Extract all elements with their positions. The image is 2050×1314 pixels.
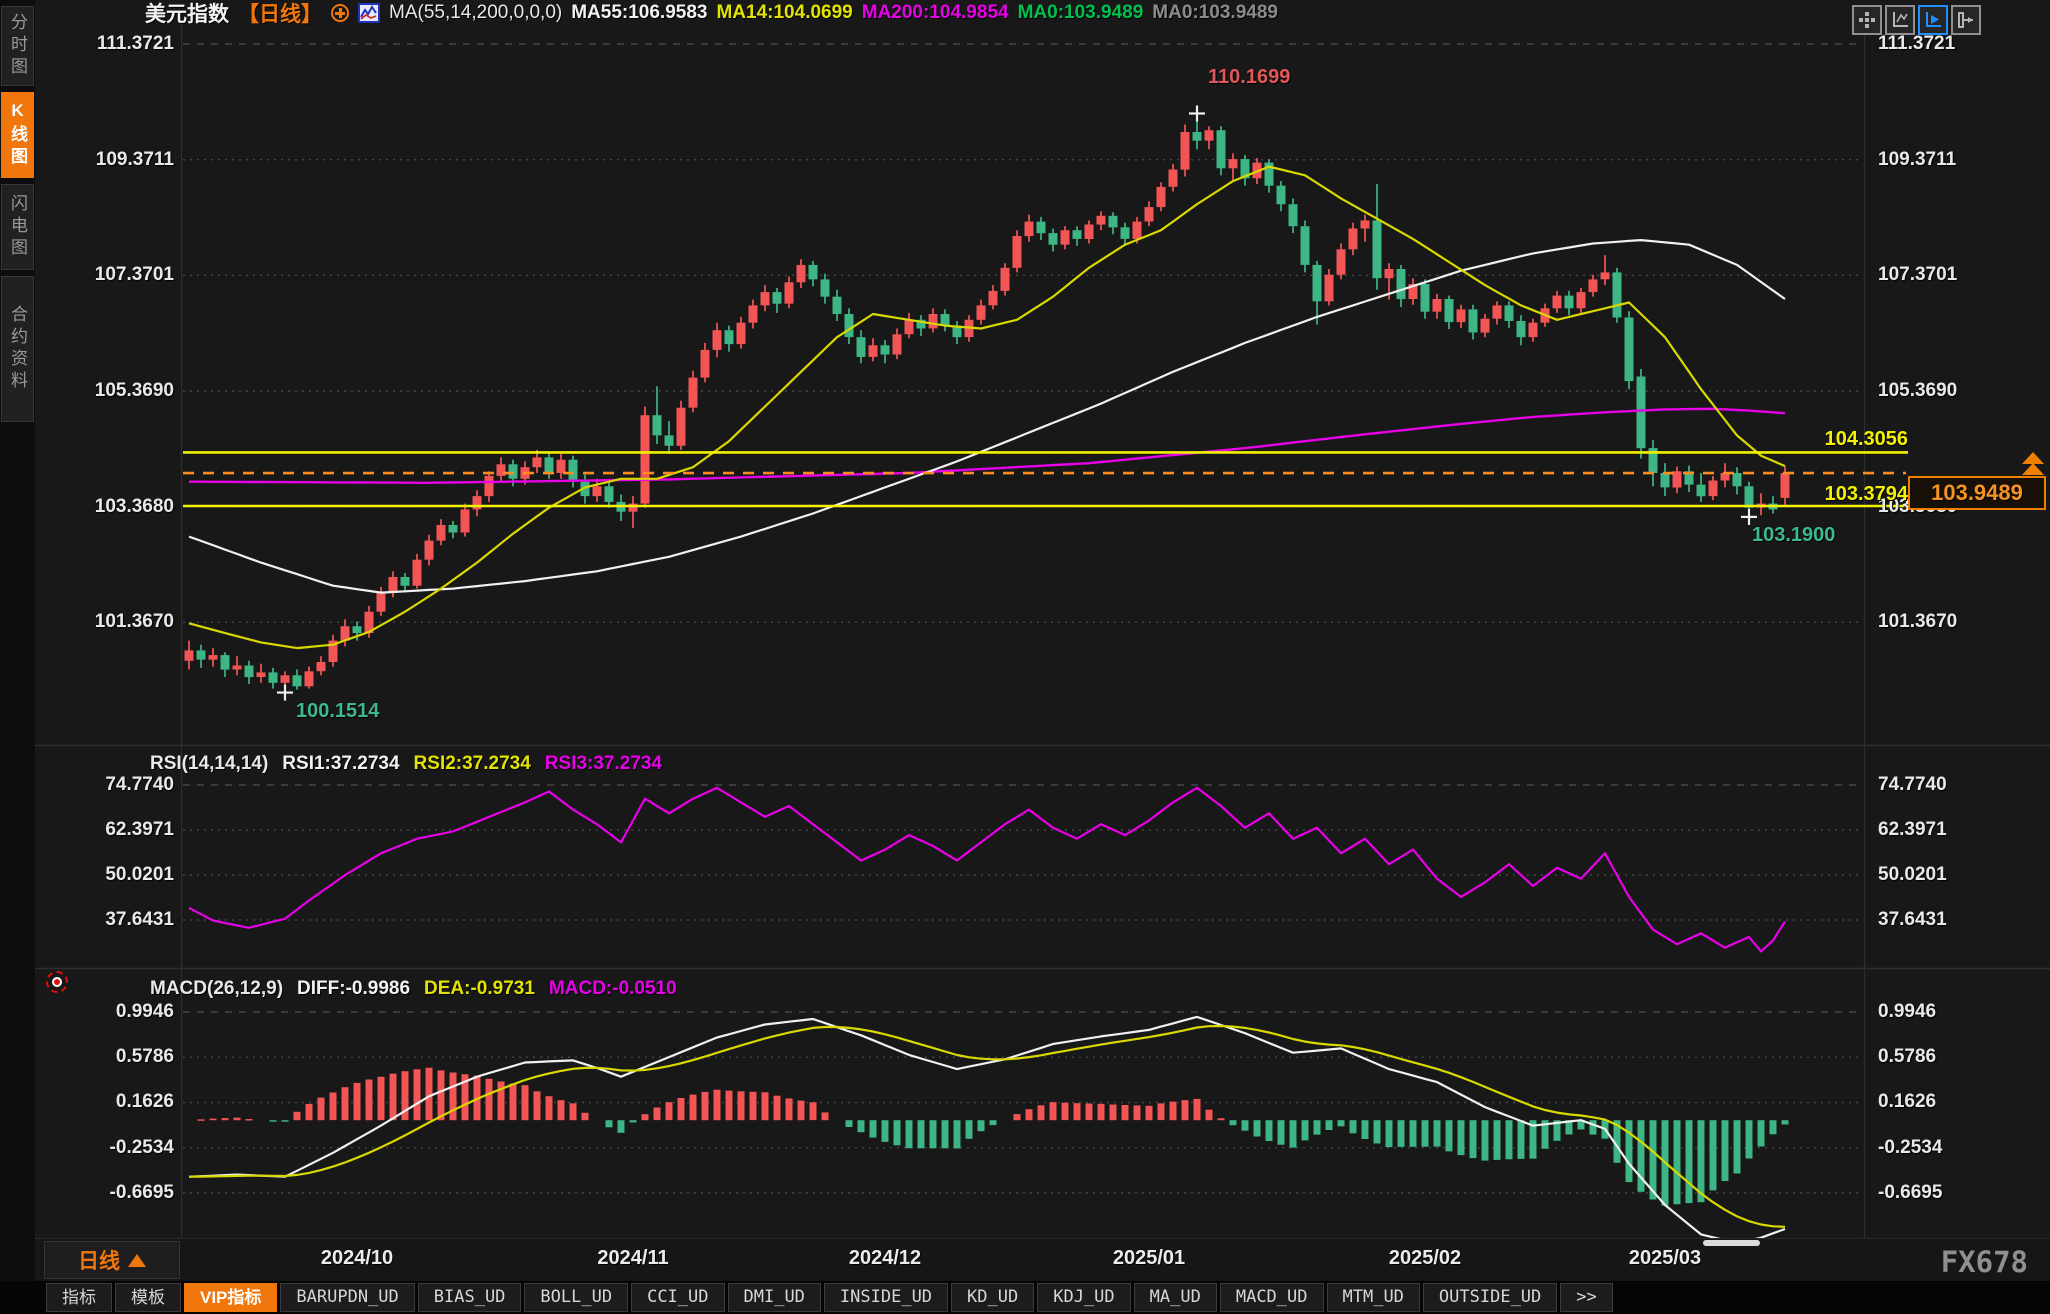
- price-axis-label: 105.3690: [1878, 380, 2048, 402]
- price-axis-label: 109.3711: [1878, 149, 2048, 171]
- rsi1-value: RSI1:37.2734: [282, 753, 399, 775]
- tab-boll-ud[interactable]: BOLL_UD: [524, 1283, 628, 1312]
- watermark: FX678: [1941, 1245, 2028, 1279]
- rsi-header: RSI(14,14,14) RSI1:37.2734 RSI2:37.2734 …: [150, 753, 662, 775]
- date-label: 2024/12: [820, 1247, 950, 1270]
- sidebar-tab-contract-info[interactable]: 合约资料: [1, 276, 34, 422]
- trading-terminal: 分时图 K线图 闪电图 合约资料 美元指数 【日线】 MA(55,14,200,…: [0, 0, 2050, 1314]
- tab-inside-ud[interactable]: INSIDE_UD: [824, 1283, 948, 1312]
- rsi-axis-label: 62.3971: [1878, 819, 2048, 841]
- tab-kd-ud[interactable]: KD_UD: [951, 1283, 1034, 1312]
- period-selector-label: 日线: [78, 1245, 120, 1275]
- auto-scroll-icon[interactable]: [1918, 5, 1948, 35]
- macd-axis-label: 0.1626: [36, 1091, 174, 1113]
- alert-line-lower-label[interactable]: 103.3794: [1758, 483, 1908, 506]
- date-label: 2025/01: [1084, 1247, 1214, 1270]
- ma14-value: MA14:104.0699: [716, 2, 852, 24]
- macd-axis-label: 0.5786: [1878, 1046, 2048, 1068]
- tab-outside-ud[interactable]: OUTSIDE_UD: [1423, 1283, 1557, 1312]
- period-badge: 【日线】: [238, 0, 322, 28]
- macd-axis-label: -0.2534: [1878, 1137, 2048, 1159]
- rsi-axis-label: 74.7740: [36, 774, 174, 796]
- tab-macd-ud[interactable]: MACD_UD: [1220, 1283, 1324, 1312]
- rsi2-value: RSI2:37.2734: [414, 753, 531, 775]
- more-tabs-button[interactable]: >>: [1560, 1283, 1612, 1312]
- date-label: 2024/10: [292, 1247, 422, 1270]
- price-axis-label: 111.3721: [1878, 33, 2048, 55]
- tab-barupdn-ud[interactable]: BARUPDN_UD: [280, 1283, 414, 1312]
- macd-axis-label: 0.9946: [36, 1001, 174, 1023]
- rsi-formula: RSI(14,14,14): [150, 753, 268, 775]
- date-label: 2025/02: [1360, 1247, 1490, 1270]
- macd-axis-label: 0.1626: [1878, 1091, 2048, 1113]
- ma55-value: MA55:106.9583: [571, 2, 707, 24]
- rsi-axis-label: 50.0201: [1878, 864, 2048, 886]
- price-axis-label: 101.3670: [36, 611, 174, 633]
- price-axis-label: 107.3701: [1878, 264, 2048, 286]
- tab-templates[interactable]: 模板: [115, 1283, 181, 1312]
- macd-dea-value: DEA:-0.9731: [424, 978, 535, 1000]
- low-price-label: 100.1514: [296, 700, 379, 723]
- date-label: 2024/11: [568, 1247, 698, 1270]
- tick-up-arrow-icon: [2022, 463, 2044, 475]
- dropup-icon: [128, 1254, 146, 1267]
- swing-low-price-label: 103.1900: [1752, 524, 1835, 547]
- chart-style-icon[interactable]: [358, 3, 380, 23]
- macd-axis-label: -0.2534: [36, 1137, 174, 1159]
- sidebar-tab-lightning-chart[interactable]: 闪电图: [1, 184, 34, 270]
- last-price-tag: 103.9489: [1908, 476, 2046, 510]
- symbol-title: 美元指数: [145, 0, 229, 28]
- rsi-axis-label: 37.6431: [36, 909, 174, 931]
- axis-scale-icon[interactable]: [1885, 5, 1915, 35]
- date-axis: 日线 2024/10 2024/11 2024/12 2025/01 2025/…: [35, 1238, 2050, 1281]
- macd-axis-label: -0.6695: [36, 1182, 174, 1204]
- layout-grid-icon[interactable]: [1852, 5, 1882, 35]
- tab-bias-ud[interactable]: BIAS_UD: [418, 1283, 522, 1312]
- macd-axis-label: 0.5786: [36, 1046, 174, 1068]
- sidebar-tab-time-chart[interactable]: 分时图: [1, 6, 34, 86]
- macd-axis-label: 0.9946: [1878, 1001, 2048, 1023]
- tab-kdj-ud[interactable]: KDJ_UD: [1037, 1283, 1130, 1312]
- ma0-value: MA0:103.9489: [1018, 2, 1144, 24]
- price-axis-label: 103.3680: [36, 496, 174, 518]
- tab-indicators[interactable]: 指标: [46, 1283, 112, 1312]
- price-axis-label: 109.3711: [36, 149, 174, 171]
- macd-value: MACD:-0.0510: [549, 978, 677, 1000]
- macd-header: MACD(26,12,9) DIFF:-0.9986 DEA:-0.9731 M…: [150, 978, 677, 1000]
- tab-ma-ud[interactable]: MA_UD: [1134, 1283, 1217, 1312]
- indicator-toolbar: 指标 模板 VIP指标 BARUPDN_UD BIAS_UD BOLL_UD C…: [0, 1281, 2050, 1314]
- horizontal-scrollbar-thumb[interactable]: [1703, 1240, 1760, 1246]
- rsi-axis-label: 62.3971: [36, 819, 174, 841]
- high-price-label: 110.1699: [1208, 66, 1290, 89]
- tab-cci-ud[interactable]: CCI_UD: [631, 1283, 724, 1312]
- price-axis-label: 107.3701: [36, 264, 174, 286]
- macd-formula: MACD(26,12,9): [150, 978, 283, 1000]
- chart-plot-area[interactable]: [183, 22, 1862, 1238]
- macd-diff-value: DIFF:-0.9986: [297, 978, 410, 1000]
- left-sidebar: 分时图 K线图 闪电图 合约资料: [0, 0, 35, 1314]
- price-axis-label: 101.3670: [1878, 611, 2048, 633]
- rsi-axis-label: 74.7740: [1878, 774, 2048, 796]
- tab-dmi-ud[interactable]: DMI_UD: [728, 1283, 821, 1312]
- alert-burst-icon[interactable]: [46, 971, 68, 993]
- sidebar-tab-kline-chart[interactable]: K线图: [1, 92, 34, 178]
- period-selector[interactable]: 日线: [44, 1241, 180, 1279]
- shift-right-icon[interactable]: [1951, 5, 1981, 35]
- tab-vip-indicators[interactable]: VIP指标: [184, 1283, 277, 1312]
- price-axis-label: 105.3690: [36, 380, 174, 402]
- rsi-axis-label: 37.6431: [1878, 909, 2048, 931]
- chart-header: 美元指数 【日线】 MA(55,14,200,0,0,0) MA55:106.9…: [145, 1, 1278, 25]
- ma-formula: MA(55,14,200,0,0,0): [389, 2, 562, 24]
- rsi-axis-label: 50.0201: [36, 864, 174, 886]
- tab-mtm-ud[interactable]: MTM_UD: [1327, 1283, 1420, 1312]
- ma0-value-2: MA0:103.9489: [1152, 2, 1278, 24]
- date-label: 2025/03: [1600, 1247, 1730, 1270]
- alert-line-upper-label[interactable]: 104.3056: [1758, 428, 1908, 451]
- macd-axis-label: -0.6695: [1878, 1182, 2048, 1204]
- ma200-value: MA200:104.9854: [862, 2, 1009, 24]
- add-indicator-icon[interactable]: [331, 4, 349, 22]
- rsi3-value: RSI3:37.2734: [545, 753, 662, 775]
- price-axis-label: 111.3721: [36, 33, 174, 55]
